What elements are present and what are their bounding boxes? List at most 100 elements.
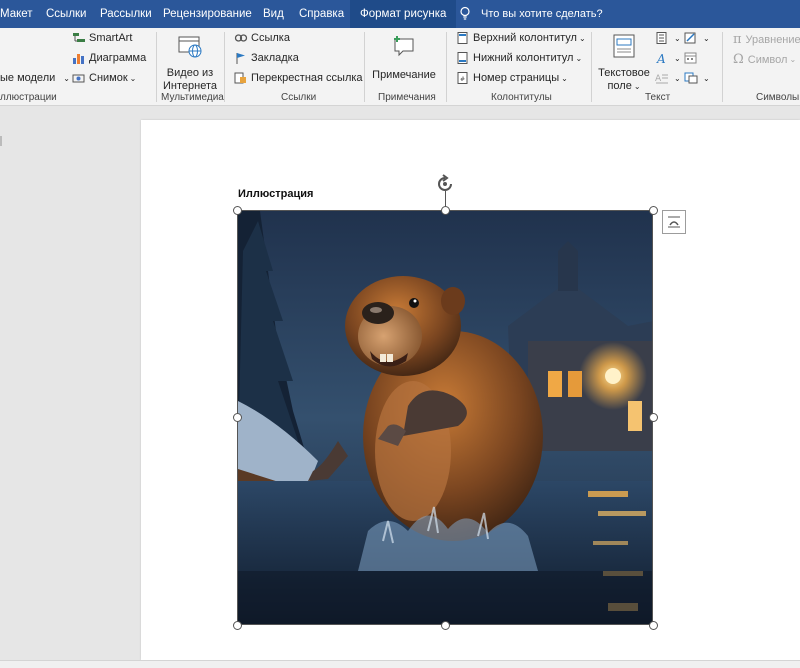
figure-caption[interactable]: Иллюстрация: [238, 188, 313, 200]
group-divider: [156, 32, 157, 102]
drop-cap-button[interactable]: A ⌄: [655, 72, 681, 85]
beaver-picture[interactable]: [237, 210, 653, 625]
chevron-down-icon: ⌄: [674, 33, 681, 43]
tab-help[interactable]: Справка: [299, 0, 344, 28]
group-label-links: Ссылки: [281, 92, 317, 103]
screenshot-button[interactable]: Снимок ⌄: [72, 72, 136, 84]
cross-reference-button[interactable]: Перекрестная ссылка: [234, 72, 363, 84]
cross-reference-icon: [234, 72, 246, 84]
chevron-down-icon: ⌄: [633, 82, 641, 91]
object-button[interactable]: ⌄: [684, 72, 710, 84]
comment-icon: [394, 36, 414, 57]
resize-handle-top[interactable]: [441, 206, 450, 215]
tab-review[interactable]: Рецензирование: [163, 0, 252, 28]
text-box-line2: поле ⌄: [596, 80, 652, 93]
smartart-icon: [73, 33, 85, 42]
symbol-button[interactable]: Ω Символ ⌄: [733, 52, 796, 67]
layout-options-button[interactable]: [662, 210, 686, 234]
resize-handle-bottom[interactable]: [441, 621, 450, 630]
online-video-button[interactable]: Видео из Интернета: [160, 33, 220, 93]
svg-text:#: #: [460, 76, 465, 83]
chevron-down-icon: ⌄: [575, 53, 583, 63]
chevron-down-icon: ⌄: [129, 73, 137, 83]
page-number-icon: #: [457, 72, 468, 84]
tab-view[interactable]: Вид: [263, 0, 284, 28]
group-label-header-footer: Колонтитулы: [491, 92, 552, 103]
object-icon: [684, 72, 698, 84]
quick-parts-icon: [656, 32, 667, 44]
quick-parts-button[interactable]: ⌄: [655, 32, 681, 44]
tab-layout[interactable]: Макет: [0, 0, 33, 28]
document-page[interactable]: Иллюстрация: [141, 120, 800, 660]
pi-icon: π: [733, 32, 742, 47]
smartart-button[interactable]: SmartArt: [72, 32, 132, 44]
resize-handle-right[interactable]: [649, 413, 658, 422]
text-box-line2-label: поле: [607, 80, 632, 92]
group-divider: [446, 32, 447, 102]
group-label-media: Мультимедиа: [161, 92, 224, 103]
resize-handle-left[interactable]: [233, 413, 242, 422]
tell-me-text: Что вы хотите сделать?: [481, 8, 603, 20]
tell-me-box[interactable]: Что вы хотите сделать?: [458, 0, 603, 28]
svg-text:A: A: [656, 52, 666, 64]
equation-button[interactable]: π Уравнение: [733, 32, 800, 47]
signature-line-button[interactable]: ⌄: [684, 32, 710, 44]
wordart-button[interactable]: A ⌄: [655, 52, 681, 64]
group-divider: [591, 32, 592, 102]
page-number-label: Номер страницы: [473, 72, 560, 84]
tab-mailings[interactable]: Рассылки: [100, 0, 152, 28]
signature-line-icon: [684, 32, 696, 44]
bar-chart-icon: [73, 54, 84, 64]
header-button[interactable]: Верхний колонтитул ⌄: [456, 32, 586, 44]
status-bar: [0, 660, 800, 668]
group-divider: [722, 32, 723, 102]
link-label: Ссылка: [251, 32, 290, 44]
group-divider: [224, 32, 225, 102]
screenshot-icon: [72, 74, 85, 83]
link-button[interactable]: Ссылка: [234, 32, 290, 44]
symbol-label: Символ: [747, 53, 788, 66]
equation-label: Уравнение: [745, 33, 800, 46]
ribbon: SmartArt Диаграмма ые модели ⌄ Снимок ⌄ …: [0, 28, 800, 106]
document-area: Иллюстрация: [0, 106, 800, 668]
new-comment-button[interactable]: Примечание: [368, 32, 440, 82]
cross-reference-label: Перекрестная ссылка: [251, 72, 363, 84]
new-comment-label: Примечание: [372, 69, 436, 81]
chevron-down-icon: ⌄: [561, 73, 568, 83]
footer-button[interactable]: Нижний колонтитул ⌄: [456, 52, 582, 64]
chevron-down-icon: ⌄: [789, 55, 797, 64]
tab-references[interactable]: Ссылки: [46, 0, 87, 28]
ribbon-tab-bar: Макет Ссылки Рассылки Рецензирование Вид…: [0, 0, 800, 28]
chart-button[interactable]: Диаграмма: [72, 52, 146, 64]
date-time-button[interactable]: [684, 52, 701, 64]
online-video-line1: Видео из: [166, 67, 214, 79]
group-label-text: Текст: [645, 92, 671, 103]
header-label: Верхний колонтитул: [473, 32, 577, 44]
page-number-button[interactable]: # Номер страницы ⌄: [456, 72, 568, 84]
group-label-symbols: Символы: [756, 92, 800, 103]
ruler-marker: [0, 136, 2, 146]
rotate-handle-icon[interactable]: [434, 173, 456, 195]
chevron-down-icon: ⌄: [674, 73, 681, 83]
group-divider: [364, 32, 365, 102]
3d-models-button[interactable]: ые модели ⌄: [0, 72, 70, 84]
resize-handle-bottom-right[interactable]: [649, 621, 658, 630]
omega-icon: Ω: [733, 52, 744, 67]
drop-cap-icon: A: [655, 74, 668, 84]
text-box-button[interactable]: Текстовое поле ⌄: [596, 33, 652, 93]
resize-handle-top-left[interactable]: [233, 206, 242, 215]
online-video-icon: [178, 36, 202, 58]
group-label-comments: Примечания: [378, 92, 436, 103]
bookmark-button[interactable]: Закладка: [234, 52, 299, 64]
tab-picture-format[interactable]: Формат рисунка: [350, 0, 457, 28]
chevron-down-icon: ⌄: [703, 73, 710, 83]
bookmark-label: Закладка: [251, 52, 299, 64]
footer-label: Нижний колонтитул: [473, 52, 574, 64]
bookmark-flag-icon: [236, 53, 245, 64]
resize-handle-top-right[interactable]: [649, 206, 658, 215]
chevron-down-icon: ⌄: [674, 53, 681, 63]
link-icon: [234, 34, 248, 42]
resize-handle-bottom-left[interactable]: [233, 621, 242, 630]
wordart-icon: A: [656, 52, 666, 64]
lightbulb-icon: [460, 6, 470, 20]
